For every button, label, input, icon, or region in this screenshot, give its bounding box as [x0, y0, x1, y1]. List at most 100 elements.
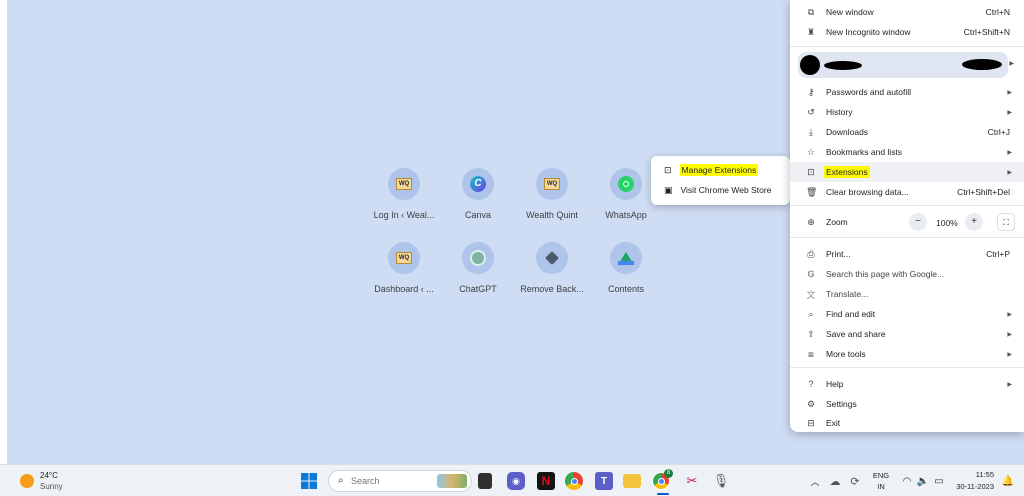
exit-icon: ⊟ [807, 417, 815, 428]
zoom-out-button[interactable]: − [909, 213, 927, 231]
menu-more-tools[interactable]: ⧈ More tools ▶ [790, 344, 1024, 364]
menu-translate[interactable]: 文 Translate... [790, 284, 1024, 304]
battery-icon[interactable]: ▭ [930, 472, 948, 490]
menu-extensions[interactable]: ⊡ Extensions ▶ [790, 162, 1024, 182]
notification-bell-icon[interactable]: 🔔 [999, 472, 1017, 490]
clock-date[interactable]: 30-11-2023 [950, 482, 994, 491]
history-icon: ↺ [807, 106, 815, 117]
download-icon: ⤓ [809, 126, 813, 137]
chevron-right-icon: ▶ [1007, 169, 1012, 176]
google-drive-icon [610, 242, 642, 274]
zoom-level: 100% [936, 218, 958, 228]
wealthquint-icon: WQ [388, 242, 420, 274]
search-icon: ⌕ [338, 475, 344, 486]
printer-icon: ⎙ [807, 248, 815, 259]
chrome-web-store-item[interactable]: ▣ Visit Chrome Web Store [651, 180, 790, 200]
weather-condition[interactable]: Sunny [40, 482, 63, 491]
snipping-tool-icon[interactable]: ✂ [683, 472, 701, 490]
zoom-icon: ⊕ [807, 216, 815, 227]
star-icon: ☆ [806, 146, 816, 157]
help-icon: ? [808, 379, 814, 389]
menu-divider [790, 237, 1024, 238]
menu-new-incognito[interactable]: ♜ New Incognito window Ctrl+Shift+N [790, 22, 1024, 42]
save-share-icon: ⇪ [807, 328, 815, 339]
redacted-email [962, 59, 1002, 70]
menu-bookmarks[interactable]: ☆ Bookmarks and lists ▶ [790, 142, 1024, 162]
task-view-icon[interactable] [478, 473, 492, 489]
chevron-right-icon: ▶ [1007, 351, 1012, 358]
puzzle-icon: ⊡ [664, 164, 672, 175]
extensions-submenu: ⊡ Manage Extensions ▣ Visit Chrome Web S… [651, 156, 790, 205]
taskbar-search[interactable]: ⌕ [328, 470, 472, 492]
profile-row[interactable]: ▶ [798, 52, 1014, 78]
chevron-up-icon[interactable]: ︿ [806, 472, 824, 490]
canva-icon: C [462, 168, 494, 200]
menu-search-with-google[interactable]: G Search this page with Google... [790, 264, 1024, 284]
search-highlight-image [437, 474, 467, 488]
chevron-right-icon: ▶ [1007, 311, 1012, 318]
teams-icon[interactable]: T [595, 472, 613, 490]
chevron-right-icon: ▶ [1009, 61, 1014, 67]
menu-new-window[interactable]: ⧉ New window Ctrl+N [790, 2, 1024, 22]
google-icon: G [807, 269, 815, 279]
chevron-right-icon: ▶ [1007, 109, 1012, 116]
left-edge [0, 0, 7, 464]
chrome-web-store-label: Visit Chrome Web Store [680, 185, 772, 195]
new-window-icon: ⧉ [807, 6, 815, 17]
microphone-icon[interactable]: 🎙 [712, 472, 730, 490]
menu-history[interactable]: ↺ History ▶ [790, 102, 1024, 122]
manage-extensions-item[interactable]: ⊡ Manage Extensions [651, 160, 790, 180]
translate-icon: 文 [806, 289, 816, 300]
meet-chat-icon[interactable]: ◉ [507, 472, 525, 490]
cloud-icon[interactable]: ☁ [826, 472, 844, 490]
wealthquint-icon: WQ [388, 168, 420, 200]
fullscreen-icon[interactable]: ⛶ [997, 213, 1015, 231]
menu-downloads[interactable]: ⤓ Downloads Ctrl+J [790, 122, 1024, 142]
wealthquint-icon: WQ [536, 168, 568, 200]
menu-divider [790, 367, 1024, 368]
menu-find-and-edit[interactable]: ⌕ Find and edit ▶ [790, 304, 1024, 324]
toolbox-icon: ⧈ [808, 348, 814, 359]
menu-exit[interactable]: ⊟ Exit [790, 414, 1024, 432]
chevron-right-icon: ▶ [1007, 149, 1012, 156]
key-icon: ⚷ [807, 86, 815, 97]
language-region[interactable]: IN [871, 482, 891, 491]
incognito-icon: ♜ [806, 26, 816, 37]
chatgpt-icon [462, 242, 494, 274]
find-icon: ⌕ [808, 308, 814, 319]
chrome-main-menu: ⧉ New window Ctrl+N ♜ New Incognito wind… [790, 0, 1024, 432]
menu-divider [790, 46, 1024, 47]
menu-help[interactable]: ? Help ▶ [790, 374, 1024, 394]
chevron-right-icon: ▶ [1007, 381, 1012, 388]
chrome-badge: 8 [664, 469, 673, 478]
zoom-in-button[interactable]: + [965, 213, 983, 231]
gear-icon: ⚙ [806, 398, 816, 409]
weather-temp[interactable]: 24°C [40, 471, 58, 480]
web-store-icon: ▣ [664, 184, 673, 195]
menu-zoom: ⊕ Zoom [807, 216, 848, 228]
manage-extensions-label: Manage Extensions [679, 164, 759, 176]
clock-time[interactable]: 11:55 [950, 470, 994, 479]
chrome-icon[interactable] [565, 472, 583, 490]
puzzle-icon: ⊡ [807, 166, 815, 177]
menu-clear-browsing-data[interactable]: 🗑 Clear browsing data... Ctrl+Shift+Del [790, 182, 1024, 202]
shortcut-label: WhatsApp [605, 210, 647, 220]
taskbar-search-input[interactable] [351, 474, 431, 488]
sync-icon[interactable]: ⟳ [846, 472, 864, 490]
remove-bg-icon [536, 242, 568, 274]
menu-divider [790, 205, 1024, 206]
file-explorer-icon[interactable] [623, 474, 641, 488]
language-code[interactable]: ENG [871, 471, 891, 480]
menu-save-and-share[interactable]: ⇪ Save and share ▶ [790, 324, 1024, 344]
menu-passwords[interactable]: ⚷ Passwords and autofill ▶ [790, 82, 1024, 102]
whatsapp-icon [610, 168, 642, 200]
taskbar: 24°C Sunny ⌕ ◉ N T 8 ✂ 🎙 ︿ ☁ ⟳ ENG IN ◠ … [0, 464, 1024, 496]
avatar [800, 55, 820, 75]
windows-start-icon[interactable] [300, 472, 318, 490]
sun-icon[interactable] [20, 474, 34, 488]
shortcut-contents[interactable]: Contents [583, 242, 669, 294]
menu-settings[interactable]: ⚙ Settings [790, 394, 1024, 414]
menu-print[interactable]: ⎙ Print... Ctrl+P [790, 244, 1024, 264]
netflix-icon[interactable]: N [537, 472, 555, 490]
active-indicator [657, 493, 669, 495]
